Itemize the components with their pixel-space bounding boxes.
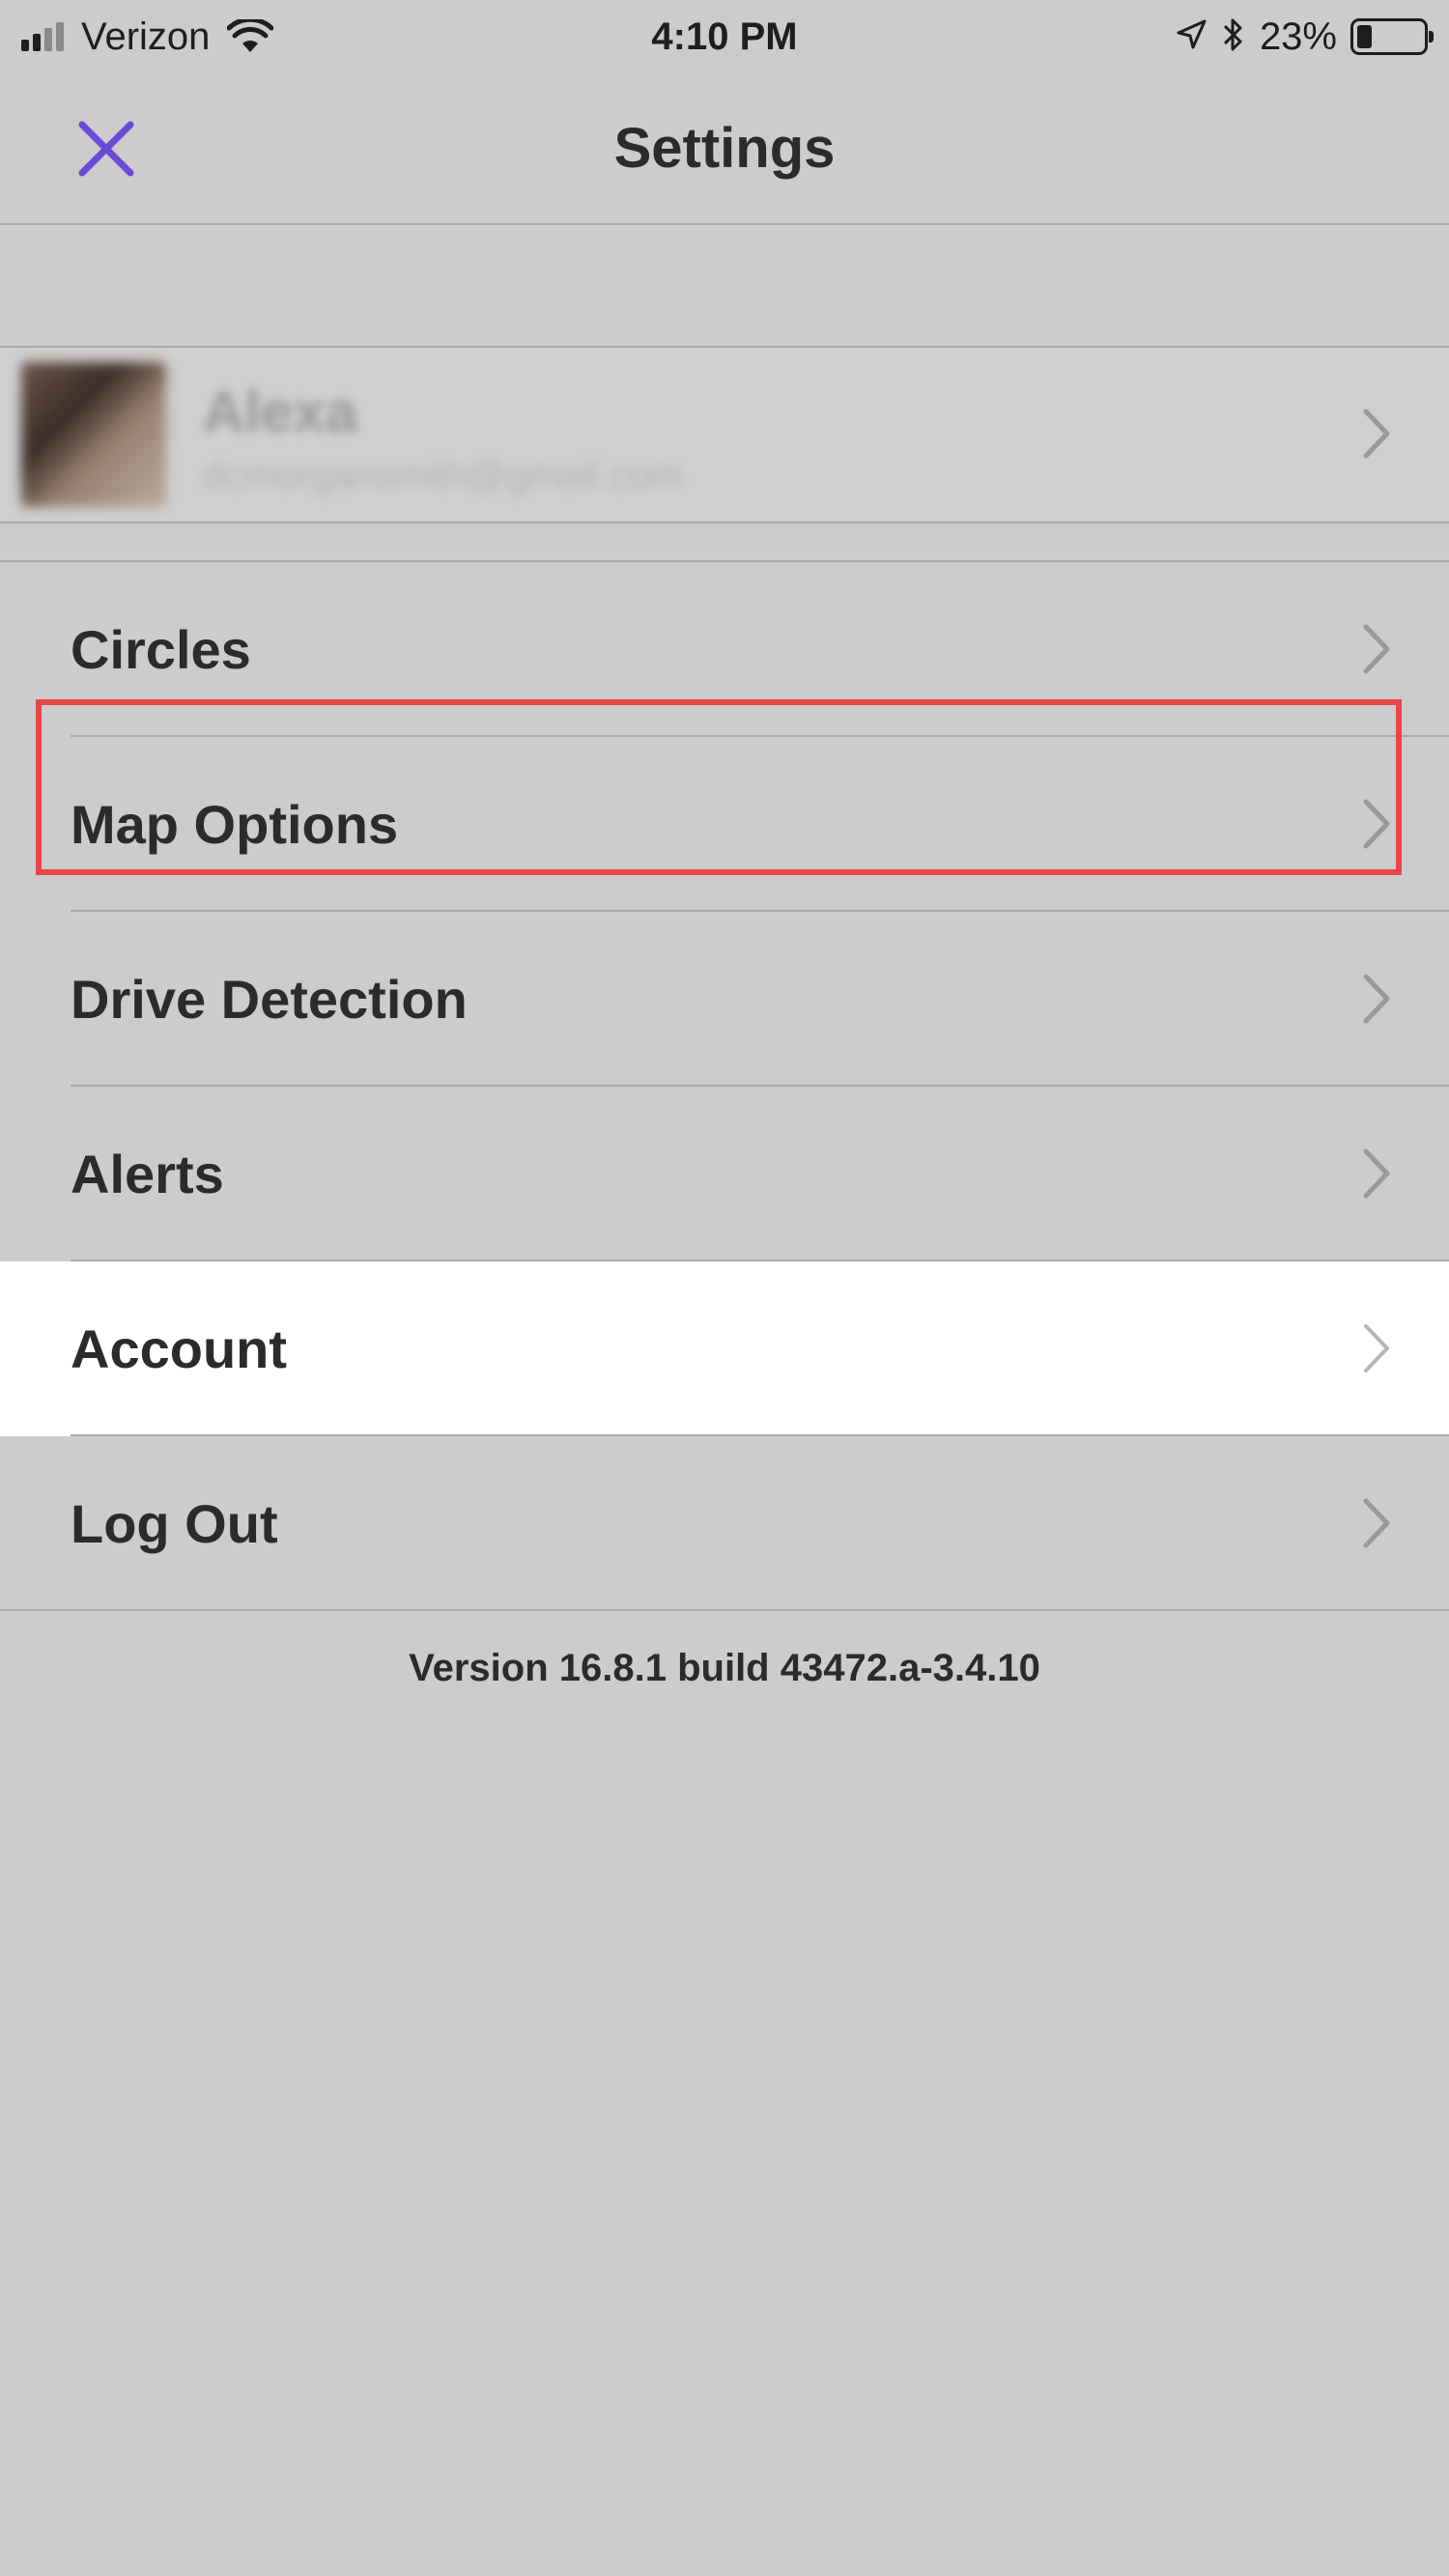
settings-item-label: Drive Detection: [71, 969, 468, 1030]
settings-item-label: Alerts: [71, 1144, 224, 1204]
bluetooth-icon: [1221, 15, 1246, 59]
chevron-right-icon: [1363, 1498, 1390, 1548]
close-button[interactable]: [68, 110, 145, 187]
page-title: Settings: [613, 117, 836, 180]
settings-item-label: Log Out: [71, 1493, 278, 1554]
profile-email: dcmorgansmith@gmail.com: [203, 454, 683, 496]
settings-screen: Verizon 4:10 PM 23% Settings Alexa dcmor…: [0, 0, 1449, 2576]
status-bar-right: 23%: [1161, 10, 1434, 64]
chevron-right-icon: [1363, 624, 1390, 674]
version-label: Version 16.8.1 build 43472.a-3.4.10: [409, 1647, 1040, 1689]
settings-item-log-out[interactable]: Log Out: [0, 1436, 1449, 1611]
location-arrow-icon: [1175, 18, 1208, 56]
battery-percent: 23%: [1259, 14, 1337, 58]
nav-header: Settings: [0, 73, 1449, 225]
chevron-right-icon: [1363, 409, 1390, 459]
profile-name: Alexa: [203, 380, 358, 444]
settings-item-label: Map Options: [71, 794, 399, 855]
settings-item-alerts[interactable]: Alerts: [0, 1087, 1449, 1261]
profile-row[interactable]: Alexa dcmorgansmith@gmail.com: [0, 346, 1449, 524]
settings-item-circles[interactable]: Circles: [0, 562, 1449, 737]
chevron-right-icon: [1363, 974, 1390, 1024]
chevron-right-icon: [1363, 799, 1390, 849]
close-icon: [78, 121, 134, 177]
battery-icon: [1350, 18, 1434, 55]
divider: [0, 1609, 1449, 1611]
chevron-right-icon: [1363, 1148, 1390, 1199]
avatar: [21, 362, 166, 507]
settings-list: Circles Map Options Drive Detection Aler…: [0, 560, 1449, 1611]
status-bar: Verizon 4:10 PM 23%: [0, 0, 1449, 73]
settings-item-map-options[interactable]: Map Options: [0, 737, 1449, 912]
settings-item-drive-detection[interactable]: Drive Detection: [0, 912, 1449, 1087]
settings-item-label: Account: [71, 1318, 287, 1379]
settings-item-label: Circles: [71, 619, 251, 680]
settings-item-account[interactable]: Account: [0, 1261, 1449, 1436]
chevron-right-icon: [1364, 1324, 1389, 1373]
